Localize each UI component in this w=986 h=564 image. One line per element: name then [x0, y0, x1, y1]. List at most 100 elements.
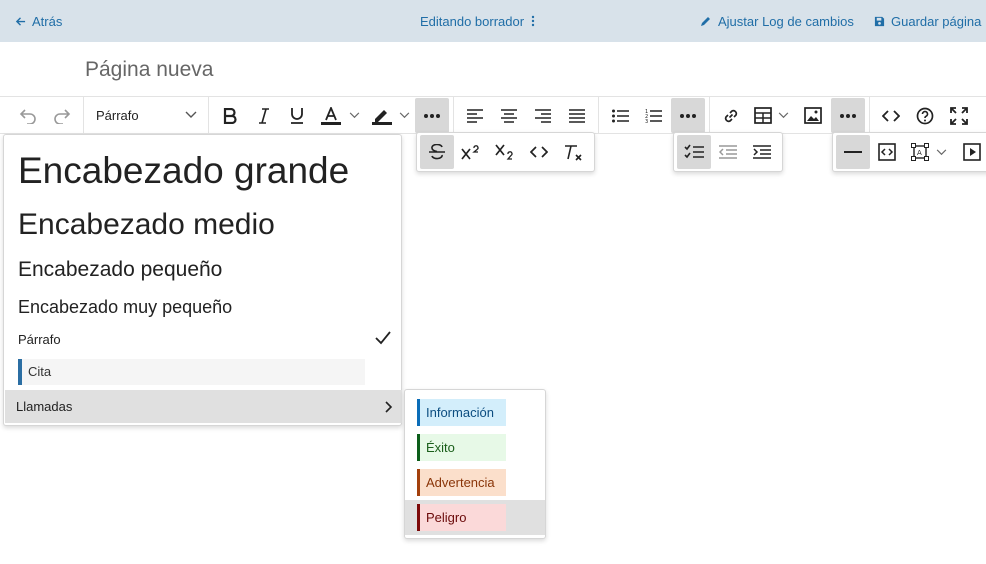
changelog-label: Ajustar Log de cambios: [718, 13, 854, 29]
help-icon: [916, 107, 934, 124]
align-right-button[interactable]: [529, 98, 557, 133]
align-left-button[interactable]: [461, 98, 489, 133]
code-icon: [530, 146, 548, 158]
drawing-icon: A: [911, 143, 929, 161]
fullscreen-icon: [950, 106, 968, 125]
bullet-list-icon: [611, 109, 629, 122]
play-icon: [963, 143, 981, 161]
strikethrough-icon: [429, 144, 445, 160]
quote-option[interactable]: Cita: [18, 359, 365, 385]
more-lists-button[interactable]: [671, 98, 705, 133]
back-label: Atrás: [32, 13, 63, 29]
code-block-button[interactable]: [870, 135, 904, 169]
pencil-icon: [701, 17, 710, 26]
outdent-button[interactable]: [711, 135, 745, 169]
bold-button[interactable]: [216, 98, 244, 133]
justify-button[interactable]: [563, 98, 591, 133]
italic-icon: [259, 107, 269, 124]
block-format-select[interactable]: Párrafo: [84, 98, 208, 133]
image-button[interactable]: [799, 98, 827, 133]
subscript-icon: [495, 144, 513, 160]
draft-status-label: Editando borrador: [420, 13, 525, 29]
heading-medium-option[interactable]: Encabezado medio: [18, 207, 275, 243]
horizontal-rule-button[interactable]: [836, 135, 870, 169]
inline-code-button[interactable]: [522, 135, 556, 169]
numbered-list-button[interactable]: 123: [639, 98, 667, 133]
text-color-icon: [321, 106, 341, 125]
changelog-button[interactable]: Ajustar Log de cambios: [700, 0, 854, 42]
task-list-icon: [684, 144, 704, 159]
callout-danger-label: Peligro: [417, 504, 506, 531]
toolbar-separator: [709, 97, 710, 134]
block-format-menu: Encabezado grande Encabezado medio Encab…: [3, 134, 402, 426]
chevron-down-icon: [185, 111, 197, 118]
more-icon: [840, 113, 856, 118]
more-insert-popover: A: [832, 132, 986, 172]
checkmark-icon: [375, 331, 391, 345]
svg-text:3: 3: [645, 119, 648, 124]
fullscreen-button[interactable]: [945, 98, 973, 133]
paragraph-option[interactable]: Párrafo: [18, 331, 400, 349]
undo-button[interactable]: [14, 98, 42, 133]
italic-button[interactable]: [250, 98, 278, 133]
clear-formatting-button[interactable]: [556, 135, 590, 169]
code-icon: [882, 109, 900, 122]
callout-info-label: Información: [417, 399, 506, 426]
heading-tiny-option[interactable]: Encabezado muy pequeño: [18, 296, 232, 318]
media-button[interactable]: [955, 135, 986, 169]
heading-small-option[interactable]: Encabezado pequeño: [18, 257, 222, 283]
save-page-button[interactable]: Guardar página: [874, 0, 981, 42]
drawing-button[interactable]: A: [904, 135, 948, 169]
underline-button[interactable]: [283, 98, 311, 133]
bold-icon: [223, 107, 237, 124]
callouts-option-label: Llamadas: [16, 399, 73, 414]
arrow-left-icon: [15, 16, 26, 26]
task-list-button[interactable]: [677, 135, 711, 169]
align-center-icon: [501, 108, 517, 123]
chevron-right-icon: [385, 401, 393, 413]
indent-icon: [753, 145, 771, 159]
back-link[interactable]: Atrás: [15, 0, 62, 42]
link-button[interactable]: [717, 98, 745, 133]
more-formatting-popover: [416, 132, 595, 172]
more-insert-button[interactable]: [831, 98, 865, 133]
callouts-option[interactable]: Llamadas: [5, 390, 402, 423]
highlight-color-button[interactable]: [370, 98, 414, 133]
superscript-button[interactable]: [454, 135, 488, 169]
chevron-down-icon: [936, 148, 947, 155]
superscript-icon: [461, 145, 479, 160]
toolbar-separator: [208, 97, 209, 134]
heading-large-option[interactable]: Encabezado grande: [18, 149, 349, 193]
strikethrough-button[interactable]: [420, 135, 454, 169]
table-icon: [754, 107, 772, 124]
subscript-button[interactable]: [488, 135, 522, 169]
bullet-list-button[interactable]: [606, 98, 634, 133]
page-title-input[interactable]: Página nueva: [85, 58, 213, 82]
more-lists-popover: [673, 132, 783, 172]
undo-icon: [19, 108, 36, 124]
align-center-button[interactable]: [495, 98, 523, 133]
draft-status-menu[interactable]: Editando borrador: [420, 0, 536, 42]
callout-danger-option[interactable]: Peligro: [405, 500, 545, 535]
editor-toolbar: Párrafo 1 2 3: [0, 96, 986, 134]
more-formatting-button[interactable]: [415, 98, 449, 133]
more-icon: [680, 113, 696, 118]
image-icon: [804, 107, 822, 124]
help-button[interactable]: [911, 98, 939, 133]
svg-text:A: A: [917, 149, 922, 157]
indent-button[interactable]: [745, 135, 779, 169]
callout-warning-option[interactable]: Advertencia: [405, 465, 545, 500]
header-bar: Atrás Editando borrador Ajustar Log de c…: [0, 0, 986, 42]
source-code-button[interactable]: [877, 98, 905, 133]
numbered-list-icon: 123: [645, 109, 662, 124]
text-color-button[interactable]: [318, 98, 366, 133]
table-button[interactable]: [750, 98, 794, 133]
redo-button[interactable]: [48, 98, 76, 133]
callout-info-option[interactable]: Información: [405, 395, 545, 430]
more-icon: [424, 113, 440, 118]
horizontal-rule-icon: [844, 151, 862, 153]
callout-success-option[interactable]: Éxito: [405, 430, 545, 465]
more-vertical-icon: [531, 15, 535, 27]
code-block-icon: [878, 143, 896, 161]
align-left-icon: [467, 108, 483, 123]
